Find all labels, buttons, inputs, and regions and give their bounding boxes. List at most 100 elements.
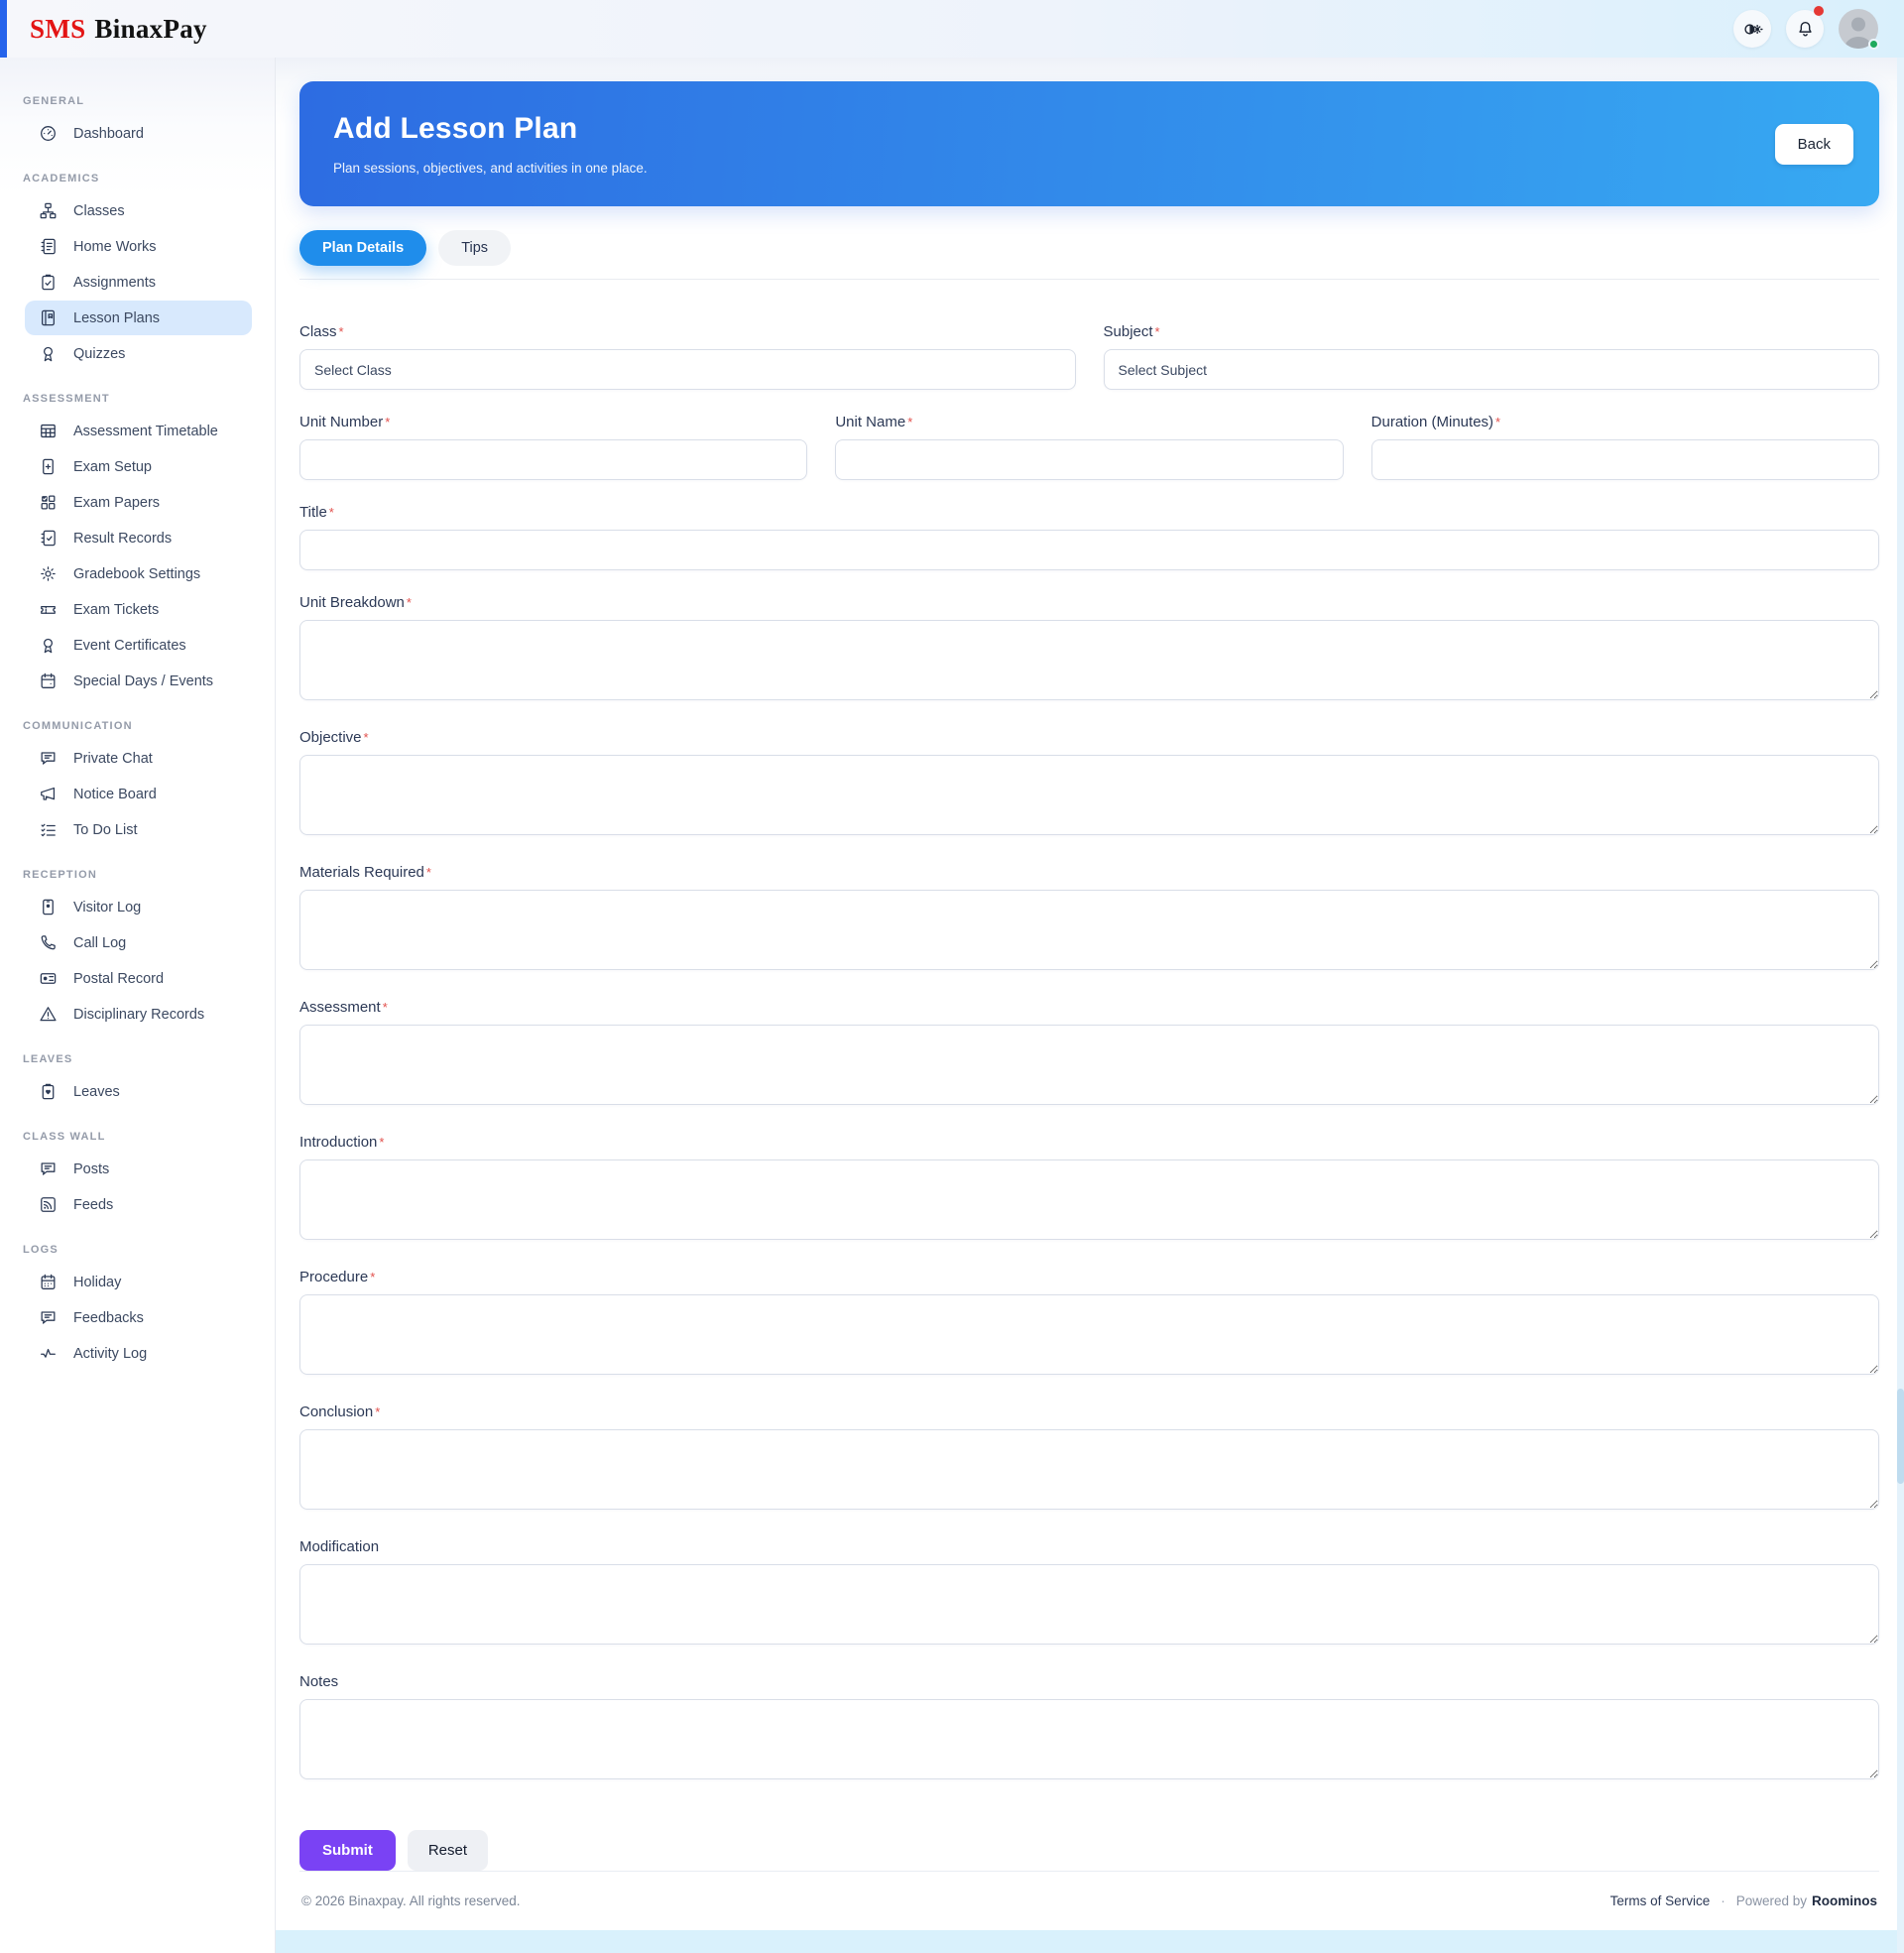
modification-textarea[interactable] <box>299 1564 1879 1645</box>
field-unit-number: Unit Number* <box>299 414 807 480</box>
field-procedure: Procedure* <box>299 1269 1879 1380</box>
sidebar-item-feedbacks[interactable]: Feedbacks <box>25 1300 252 1335</box>
title-input[interactable] <box>299 530 1879 570</box>
sidebar-item-label: Assessment Timetable <box>73 424 218 439</box>
form-row: Class*Subject* <box>299 323 1879 390</box>
materials-required-textarea[interactable] <box>299 890 1879 970</box>
notes-textarea[interactable] <box>299 1699 1879 1779</box>
unit-name-label: Unit Name* <box>835 414 1343 431</box>
private-chat-icon <box>39 749 58 768</box>
sidebar-item-disciplinary-records[interactable]: Disciplinary Records <box>25 997 252 1032</box>
sidebar-item-lesson-plans[interactable]: Lesson Plans <box>25 301 252 335</box>
unit-breakdown-textarea[interactable] <box>299 620 1879 700</box>
field-class: Class* <box>299 323 1076 390</box>
assessment-textarea[interactable] <box>299 1025 1879 1105</box>
gradebook-settings-icon <box>39 564 58 583</box>
exam-papers-icon <box>39 493 58 512</box>
posts-icon <box>39 1160 58 1178</box>
unit-breakdown-label: Unit Breakdown* <box>299 594 1879 612</box>
sidebar-item-label: Exam Tickets <box>73 602 159 618</box>
tab-plan-details[interactable]: Plan Details <box>299 230 426 266</box>
submit-button[interactable]: Submit <box>299 1830 396 1871</box>
unit-number-label: Unit Number* <box>299 414 807 431</box>
result-records-icon <box>39 529 58 548</box>
sidebar-item-result-records[interactable]: Result Records <box>25 521 252 555</box>
todo-list-icon <box>39 820 58 839</box>
sidebar-item-leaves[interactable]: Leaves <box>25 1074 252 1109</box>
sidebar-item-feeds[interactable]: Feeds <box>25 1187 252 1222</box>
sidebar-item-event-certificates[interactable]: Event Certificates <box>25 628 252 663</box>
classes-icon <box>39 201 58 220</box>
form-row: Introduction* <box>299 1134 1879 1245</box>
sidebar-item-gradebook-settings[interactable]: Gradebook Settings <box>25 556 252 591</box>
sidebar-item-special-days-events[interactable]: Special Days / Events <box>25 664 252 698</box>
assignments-icon <box>39 273 58 292</box>
sidebar-item-label: Visitor Log <box>73 900 141 915</box>
sidebar-item-private-chat[interactable]: Private Chat <box>25 741 252 776</box>
introduction-label: Introduction* <box>299 1134 1879 1152</box>
notification-badge <box>1814 6 1824 16</box>
required-asterisk: * <box>375 1404 380 1419</box>
dashboard-icon <box>39 124 58 143</box>
vertical-scrollbar-thumb[interactable] <box>1897 1389 1904 1484</box>
sidebar-item-label: To Do List <box>73 822 137 838</box>
required-asterisk: * <box>339 324 344 339</box>
unit-name-input[interactable] <box>835 439 1343 480</box>
procedure-textarea[interactable] <box>299 1294 1879 1375</box>
class-select[interactable] <box>299 349 1076 390</box>
objective-textarea[interactable] <box>299 755 1879 835</box>
field-materials-required: Materials Required* <box>299 864 1879 975</box>
unit-number-input[interactable] <box>299 439 807 480</box>
back-button[interactable]: Back <box>1775 124 1853 165</box>
sidebar-item-quizzes[interactable]: Quizzes <box>25 336 252 371</box>
user-avatar[interactable] <box>1839 9 1878 49</box>
sidebar-item-home-works[interactable]: Home Works <box>25 229 252 264</box>
sidebar-item-label: Classes <box>73 203 125 219</box>
tab-tips[interactable]: Tips <box>438 230 511 266</box>
sidebar-item-postal-record[interactable]: Postal Record <box>25 961 252 996</box>
required-asterisk: * <box>370 1270 375 1284</box>
sidebar-item-posts[interactable]: Posts <box>25 1152 252 1186</box>
sidebar-item-assignments[interactable]: Assignments <box>25 265 252 300</box>
notifications-wrap <box>1786 10 1824 48</box>
sidebar-item-label: Home Works <box>73 239 157 255</box>
subject-select[interactable] <box>1104 349 1880 390</box>
terms-of-service-link[interactable]: Terms of Service <box>1610 1893 1711 1908</box>
sidebar-item-label: Event Certificates <box>73 638 186 654</box>
sidebar-item-exam-setup[interactable]: Exam Setup <box>25 449 252 484</box>
sidebar-item-dashboard[interactable]: Dashboard <box>25 116 252 151</box>
sidebar-item-exam-tickets[interactable]: Exam Tickets <box>25 592 252 627</box>
theme-toggle-icon[interactable] <box>1733 10 1771 48</box>
form-row: Objective* <box>299 729 1879 840</box>
vertical-scrollbar-track[interactable] <box>1897 58 1904 1953</box>
sidebar-item-label: Exam Papers <box>73 495 160 511</box>
materials-required-label: Materials Required* <box>299 864 1879 882</box>
sidebar-item-classes[interactable]: Classes <box>25 193 252 228</box>
sidebar-item-call-log[interactable]: Call Log <box>25 925 252 960</box>
sidebar-section-communication: COMMUNICATION <box>23 720 275 732</box>
reset-button[interactable]: Reset <box>408 1830 488 1871</box>
required-asterisk: * <box>1155 324 1160 339</box>
sidebar-item-notice-board[interactable]: Notice Board <box>25 777 252 811</box>
timetable-icon <box>39 422 58 440</box>
activity-log-icon <box>39 1344 58 1363</box>
required-asterisk: * <box>383 1000 388 1015</box>
duration-minutes-input[interactable] <box>1371 439 1879 480</box>
sidebar-item-label: Holiday <box>73 1275 121 1290</box>
sidebar-item-activity-log[interactable]: Activity Log <box>25 1336 252 1371</box>
duration-minutes-label: Duration (Minutes)* <box>1371 414 1879 431</box>
introduction-textarea[interactable] <box>299 1160 1879 1240</box>
quizzes-icon <box>39 344 58 363</box>
leaves-icon <box>39 1082 58 1101</box>
sidebar-item-label: Leaves <box>73 1084 120 1100</box>
lesson-plans-icon <box>39 308 58 327</box>
sidebar-item-assessment-timetable[interactable]: Assessment Timetable <box>25 414 252 448</box>
sidebar-section-academics: ACADEMICS <box>23 173 275 184</box>
sidebar-item-exam-papers[interactable]: Exam Papers <box>25 485 252 520</box>
sidebar-item-visitor-log[interactable]: Visitor Log <box>25 890 252 924</box>
sidebar-item-holiday[interactable]: Holiday <box>25 1265 252 1299</box>
postal-record-icon <box>39 969 58 988</box>
sidebar-item-to-do-list[interactable]: To Do List <box>25 812 252 847</box>
field-modification: Modification <box>299 1538 1879 1649</box>
conclusion-textarea[interactable] <box>299 1429 1879 1510</box>
